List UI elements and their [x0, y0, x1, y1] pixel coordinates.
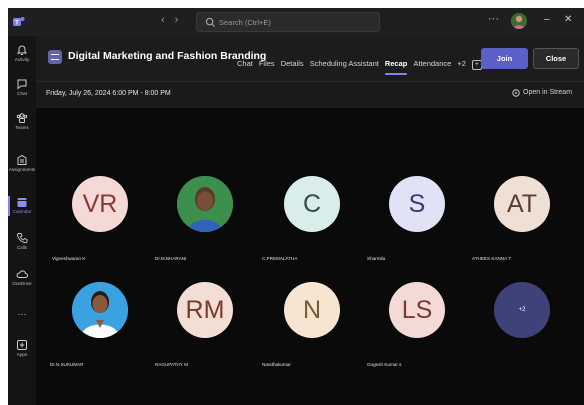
more-participants-count: +2 [518, 307, 526, 313]
app-rail: Activity Chat Teams Assignments Calendar… [8, 36, 36, 405]
meeting-subheader: Friday, July 26, 2024 6:00 PM - 8:00 PM … [36, 82, 584, 108]
rail-label: OneDrive [12, 281, 32, 286]
svg-text:T: T [15, 21, 19, 27]
search-input[interactable] [219, 15, 369, 29]
rail-label: Teams [15, 125, 29, 130]
avatar-initials: VR [82, 189, 118, 218]
calendar-icon [17, 198, 27, 207]
participant-name: Vigneshwaran K [52, 256, 86, 261]
more-icon: ··· [17, 309, 27, 319]
participant-photo-icon [177, 176, 233, 232]
profile-photo-icon [511, 13, 527, 29]
more-options-button[interactable]: ··· [488, 13, 499, 25]
join-button[interactable]: Join [481, 48, 528, 69]
phone-icon [17, 233, 28, 244]
participant-name: RAGUPATHY M [155, 362, 188, 367]
avatar-initials: S [408, 189, 426, 218]
rail-label: Activity [14, 57, 30, 62]
assignments-icon [17, 154, 27, 165]
chat-icon [17, 79, 27, 90]
rail-item-chat[interactable]: Chat [8, 78, 36, 96]
minimize-button[interactable]: – [544, 14, 550, 25]
avatar: LS [389, 282, 445, 338]
title-bar: T ‹› ··· – ✕ [8, 8, 584, 36]
participant-name: C.PREMALATHA [262, 256, 298, 261]
profile-avatar[interactable] [511, 13, 527, 29]
meeting-tabs: Chat Files Details Scheduling Assistant Reca… [237, 53, 482, 75]
forward-button[interactable]: › [175, 14, 189, 26]
avatar: C [284, 176, 340, 232]
participant-name: Dr.N.SUKUMAR [50, 362, 84, 367]
teams-icon [16, 113, 28, 123]
avatar [72, 282, 128, 338]
participant-name: ATHEES KANNA T [472, 256, 511, 261]
rail-item-calls[interactable]: Calls [8, 232, 36, 250]
rail-item-calendar[interactable]: Calendar [8, 196, 36, 214]
tab-files[interactable]: Files [259, 59, 275, 68]
rail-item-apps[interactable]: Apps [8, 339, 36, 357]
avatar: N [284, 282, 340, 338]
meeting-calendar-icon [48, 50, 62, 64]
tab-details[interactable]: Details [281, 59, 304, 68]
rail-label: Assignments [8, 167, 36, 172]
history-nav: ‹› [161, 14, 188, 26]
rail-item-activity[interactable]: Activity [8, 44, 36, 62]
rail-item-onedrive[interactable]: OneDrive [8, 268, 36, 286]
tab-scheduling-assistant[interactable]: Scheduling Assistant [310, 59, 379, 68]
search-icon [205, 17, 216, 28]
participant-name: Gogesh Kumar s [367, 362, 402, 367]
close-window-button[interactable]: ✕ [564, 14, 572, 25]
avatar-initials: N [302, 295, 322, 324]
tab-recap[interactable]: Recap [384, 59, 407, 75]
tab-attendance[interactable]: Attendance [413, 59, 451, 68]
rail-item-assignments[interactable]: Assignments [8, 154, 36, 172]
cloud-icon [16, 270, 28, 278]
participants-grid: VR Vigneshwaran K Dr.M.BHARANI C C.PREMA… [36, 108, 584, 405]
tab-chat[interactable]: Chat [237, 59, 253, 68]
open-in-stream-label: Open in Stream [523, 89, 573, 96]
rail-label: Apps [16, 352, 28, 357]
meeting-header: Digital Marketing and Fashion Branding C… [36, 36, 584, 82]
rail-label: Calendar [12, 209, 32, 214]
stream-icon [512, 89, 520, 97]
close-button[interactable]: Close [533, 48, 579, 69]
rail-item-more[interactable]: ··· [8, 308, 36, 319]
back-button[interactable]: ‹ [161, 14, 175, 26]
avatar [177, 176, 233, 232]
avatar-initials: LS [401, 295, 433, 324]
open-in-stream-link[interactable]: Open in Stream [512, 89, 573, 97]
participant-name: Dr.M.BHARANI [155, 256, 187, 261]
avatar-initials: C [302, 189, 322, 218]
meeting-datetime: Friday, July 26, 2024 6:00 PM - 8:00 PM [46, 90, 171, 97]
avatar: RM [177, 282, 233, 338]
bell-icon [16, 45, 28, 55]
avatar: VR [72, 176, 128, 232]
participant-photo-icon [72, 282, 128, 338]
avatar-initials: RM [185, 295, 225, 324]
tab-more[interactable]: +2 [457, 59, 466, 68]
teams-window: T ‹› ··· – ✕ Activity [8, 8, 584, 405]
rail-label: Calls [16, 245, 28, 250]
more-participants-avatar[interactable]: +2 [494, 282, 550, 338]
avatar-initials: AT [506, 189, 538, 218]
apps-icon [17, 340, 27, 350]
rail-item-teams[interactable]: Teams [8, 112, 36, 130]
participant-name: Sharmila [367, 256, 386, 261]
avatar: S [389, 176, 445, 232]
teams-logo-icon: T [13, 17, 25, 27]
search-box[interactable] [196, 12, 380, 32]
participant-name: Nandhakumar [262, 362, 291, 367]
rail-label: Chat [17, 91, 27, 96]
avatar: AT [494, 176, 550, 232]
